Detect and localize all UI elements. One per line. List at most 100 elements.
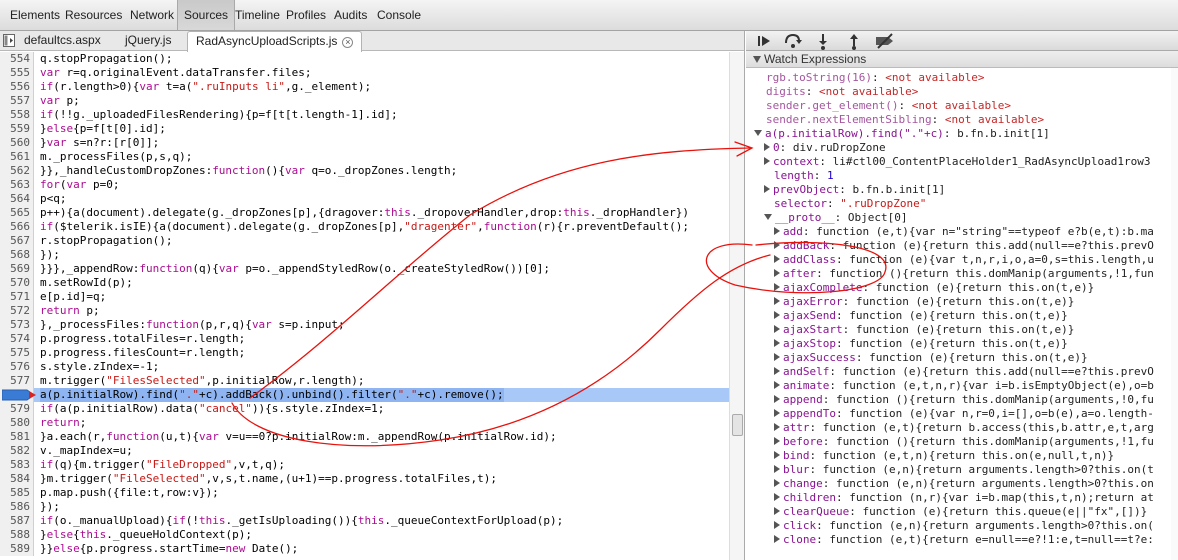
line-number[interactable]: 580 [0,416,34,430]
expand-right-icon[interactable] [764,143,770,151]
proto-function-property[interactable]: appendTo: function (e){var n,r=0,i=[],o=… [774,407,1154,421]
expand-right-icon[interactable] [774,437,780,445]
expand-right-icon[interactable] [774,367,780,375]
code-line[interactable]: 559}else{p=f[t[0].id]; [0,122,730,136]
code-line[interactable]: 567 r.stopPropagation(); [0,234,730,248]
code-line[interactable]: 585 p.map.push({file:t,row:v}); [0,486,730,500]
line-number[interactable]: 585 [0,486,34,500]
code-line[interactable]: 589}}else{p.progress.startTime=new Date(… [0,542,730,556]
expand-right-icon[interactable] [774,283,780,291]
line-number[interactable]: 572 [0,304,34,318]
proto-function-property[interactable]: ajaxStop: function (e){return this.on(t,… [774,337,1068,351]
file-tab-defaultcs[interactable]: defaultcs.aspx [16,31,109,51]
code-line[interactable]: 586}); [0,500,730,514]
line-number[interactable]: 583 [0,458,34,472]
proto-function-property[interactable]: addBack: function (e){return this.add(nu… [774,239,1154,253]
proto-function-property[interactable]: ajaxSuccess: function (e){return this.on… [774,351,1088,365]
code-line[interactable]: 570 m.setRowId(p); [0,276,730,290]
line-number[interactable]: 559 [0,122,34,136]
watch-expression-unavailable[interactable]: sender.nextElementSibling: <not availabl… [766,113,1044,127]
object-property[interactable]: prevObject: b.fn.b.init[1] [764,183,945,197]
expand-right-icon[interactable] [774,521,780,529]
proto-function-property[interactable]: click: function (e,n){return arguments.l… [774,519,1154,533]
proto-function-property[interactable]: blur: function (e,n){return arguments.le… [774,463,1154,477]
code-line[interactable]: 575 p.progress.filesCount=r.length; [0,346,730,360]
line-number[interactable]: 579 [0,402,34,416]
proto-function-property[interactable]: bind: function (e,t,n){return this.on(e,… [774,449,1114,463]
line-number[interactable]: 571 [0,290,34,304]
code-line[interactable]: 558 if(!!g._uploadedFilesRendering){p=f[t… [0,108,730,122]
code-line[interactable]: 561 m._processFiles(p,s,q); [0,150,730,164]
step-over-icon[interactable] [778,31,808,51]
line-number[interactable]: 569 [0,262,34,276]
panel-tab-profiles[interactable]: Profiles [280,0,332,30]
resume-icon[interactable] [750,31,780,51]
object-property[interactable]: context: li#ctl00_ContentPlaceHolder1_Ra… [764,155,1151,169]
code-line[interactable]: 577 m.trigger("FilesSelected",p.initialRo… [0,374,730,388]
proto-function-property[interactable]: animate: function (e,t,n,r){var i=b.isEm… [774,379,1154,393]
code-line[interactable]: 583 if(q){m.trigger("FileDropped",v,t,q); [0,458,730,472]
line-number[interactable]: 586 [0,500,34,514]
code-line[interactable]: 566 if($telerik.isIE){a(document).delegat… [0,220,730,234]
watch-expression-unavailable[interactable]: rgb.toString(16): <not available> [766,71,985,85]
code-line[interactable]: 568}); [0,248,730,262]
panel-tab-audits[interactable]: Audits [328,0,373,30]
panel-tab-console[interactable]: Console [371,0,427,30]
line-number[interactable]: 565 [0,206,34,220]
code-line[interactable]: 563 for(var p=0; [0,178,730,192]
proto-function-property[interactable]: ajaxSend: function (e){return this.on(t,… [774,309,1068,323]
show-navigator-icon[interactable] [3,34,15,47]
expand-right-icon[interactable] [774,395,780,403]
proto-function-property[interactable]: andSelf: function (e){return this.add(nu… [774,365,1154,379]
proto-function-property[interactable]: add: function (e,t){var n="string"==type… [774,225,1154,239]
line-number[interactable]: 566 [0,220,34,234]
proto-function-property[interactable]: clearQueue: function (e){return this.que… [774,505,1147,519]
expand-right-icon[interactable] [774,269,780,277]
deactivate-breakpoints-icon[interactable] [870,31,900,51]
line-number[interactable]: 568 [0,248,34,262]
code-line[interactable]: 580 return; [0,416,730,430]
line-number[interactable]: 555 [0,66,34,80]
object-property[interactable]: length: 1 [774,169,834,183]
file-tab-radasyncupload[interactable]: RadAsyncUploadScripts.js × [187,31,363,52]
expand-right-icon[interactable] [774,381,780,389]
code-line[interactable]: 576 s.style.zIndex=-1; [0,360,730,374]
watch-expression-unavailable[interactable]: sender.get_element(): <not available> [766,99,1011,113]
close-tab-icon[interactable]: × [342,37,354,48]
line-number[interactable]: 582 [0,444,34,458]
editor-scrollbar[interactable] [729,52,744,560]
step-out-icon[interactable] [839,31,869,51]
expand-right-icon[interactable] [774,311,780,319]
line-number[interactable]: 557 [0,94,34,108]
code-line[interactable]: 556 if(r.length>0){var t=a(".ruInputs li"… [0,80,730,94]
code-line[interactable]: 569}}},_appendRow:function(q){var p=o._a… [0,262,730,276]
line-number[interactable]: 575 [0,346,34,360]
proto-function-property[interactable]: ajaxError: function (e){return this.on(t… [774,295,1074,309]
proto-function-property[interactable]: children: function (n,r){var i=b.map(thi… [774,491,1154,505]
proto-function-property[interactable]: ajaxStart: function (e){return this.on(t… [774,323,1074,337]
proto-function-property[interactable]: ajaxComplete: function (e){return this.o… [774,281,1094,295]
sidebar-scrollbar[interactable] [1171,68,1178,560]
expand-right-icon[interactable] [774,325,780,333]
expand-right-icon[interactable] [774,451,780,459]
proto-function-property[interactable]: change: function (e,n){return arguments.… [774,477,1154,491]
watch-expressions-header[interactable]: Watch Expressions [746,51,1178,68]
line-number[interactable]: 588 [0,528,34,542]
line-number[interactable]: 564 [0,192,34,206]
expand-right-icon[interactable] [774,241,780,249]
code-line[interactable]: 554 q.stopPropagation(); [0,52,730,66]
code-line[interactable]: 573},_processFiles:function(p,r,q){var s… [0,318,730,332]
line-number[interactable]: 567 [0,234,34,248]
code-line[interactable]: 560}var s=n?r:[r[0]]; [0,136,730,150]
line-number[interactable]: 570 [0,276,34,290]
code-line[interactable]: 571 e[p.id]=q; [0,290,730,304]
line-number[interactable]: 576 [0,360,34,374]
line-number[interactable]: 573 [0,318,34,332]
line-number[interactable]: 561 [0,150,34,164]
line-number[interactable]: 581 [0,430,34,444]
code-line[interactable]: 581}a.each(r,function(u,t){var v=u==0?p.… [0,430,730,444]
line-number[interactable]: 574 [0,332,34,346]
file-tab-jquery[interactable]: jQuery.js [117,31,179,51]
line-number[interactable]: 558 [0,108,34,122]
code-editor[interactable]: 554 q.stopPropagation(); 555 var r=q.origin… [0,52,744,560]
